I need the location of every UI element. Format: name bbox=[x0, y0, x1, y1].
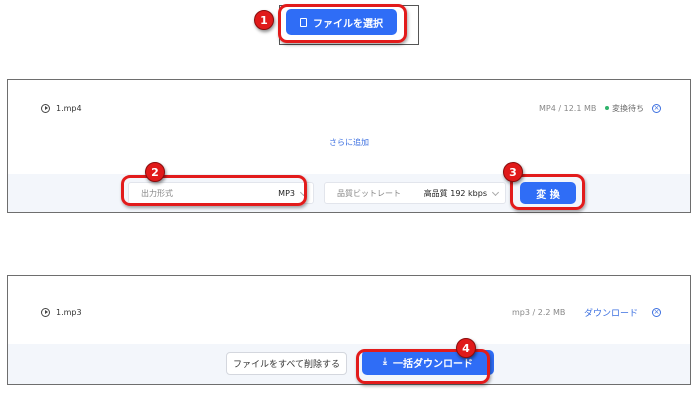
quality-bitrate-label: 品質ビットレート bbox=[337, 188, 401, 198]
convert-button[interactable]: 変 換 bbox=[520, 182, 576, 204]
status-dot-icon bbox=[605, 106, 609, 110]
quality-bitrate-select[interactable]: 品質ビットレート 高品質 192 kbps bbox=[324, 182, 506, 204]
play-icon[interactable] bbox=[41, 103, 50, 113]
download-icon: ⤓ bbox=[383, 357, 387, 367]
remove-file-icon[interactable]: × bbox=[652, 308, 661, 317]
file-row: 1.mp3 mp3 / 2.2 MB ダウンロード × bbox=[8, 303, 690, 321]
conversion-toolbar: 出力形式 MP3 品質ビットレート 高品質 192 kbps 変 換 bbox=[8, 174, 690, 212]
file-meta: mp3 / 2.2 MB bbox=[512, 307, 566, 317]
play-icon[interactable] bbox=[41, 307, 50, 317]
file-meta: MP4 / 12.1 MB bbox=[539, 103, 597, 113]
file-name: 1.mp4 bbox=[56, 103, 82, 113]
conversion-panel: 1.mp4 MP4 / 12.1 MB 変換待ち × さらに追加 出力形式 MP… bbox=[7, 79, 691, 213]
step-badge-4: 4 bbox=[456, 338, 476, 358]
step-badge-3: 3 bbox=[503, 162, 523, 182]
output-format-label: 出力形式 bbox=[141, 188, 173, 198]
step-badge-2: 2 bbox=[145, 162, 165, 182]
select-file-button[interactable]: ファイルを選択 bbox=[286, 9, 397, 35]
bulk-download-button[interactable]: ⤓ 一括ダウンロード bbox=[362, 350, 494, 375]
select-file-label: ファイルを選択 bbox=[313, 18, 383, 30]
status-text: 変換待ち bbox=[612, 103, 644, 113]
output-format-select[interactable]: 出力形式 MP3 bbox=[128, 182, 314, 204]
download-panel: 1.mp3 mp3 / 2.2 MB ダウンロード × ファイルをすべて削除する… bbox=[7, 275, 691, 385]
file-name: 1.mp3 bbox=[56, 307, 82, 317]
file-icon bbox=[300, 17, 307, 27]
file-row: 1.mp4 MP4 / 12.1 MB 変換待ち × bbox=[8, 99, 690, 117]
download-link[interactable]: ダウンロード bbox=[584, 306, 638, 319]
bulk-download-label: 一括ダウンロード bbox=[392, 359, 473, 370]
quality-bitrate-value: 高品質 192 kbps bbox=[423, 188, 487, 198]
step-badge-1: 1 bbox=[254, 10, 274, 30]
convert-label: 変 換 bbox=[536, 189, 560, 201]
clear-all-label: ファイルをすべて削除する bbox=[232, 360, 340, 370]
add-more-link[interactable]: さらに追加 bbox=[8, 137, 690, 148]
chevron-down-icon bbox=[491, 188, 500, 197]
output-format-value: MP3 bbox=[278, 188, 295, 198]
download-toolbar: ファイルをすべて削除する ⤓ 一括ダウンロード bbox=[8, 344, 690, 384]
chevron-down-icon bbox=[299, 188, 308, 197]
remove-file-icon[interactable]: × bbox=[652, 104, 661, 113]
clear-all-button[interactable]: ファイルをすべて削除する bbox=[226, 352, 347, 375]
